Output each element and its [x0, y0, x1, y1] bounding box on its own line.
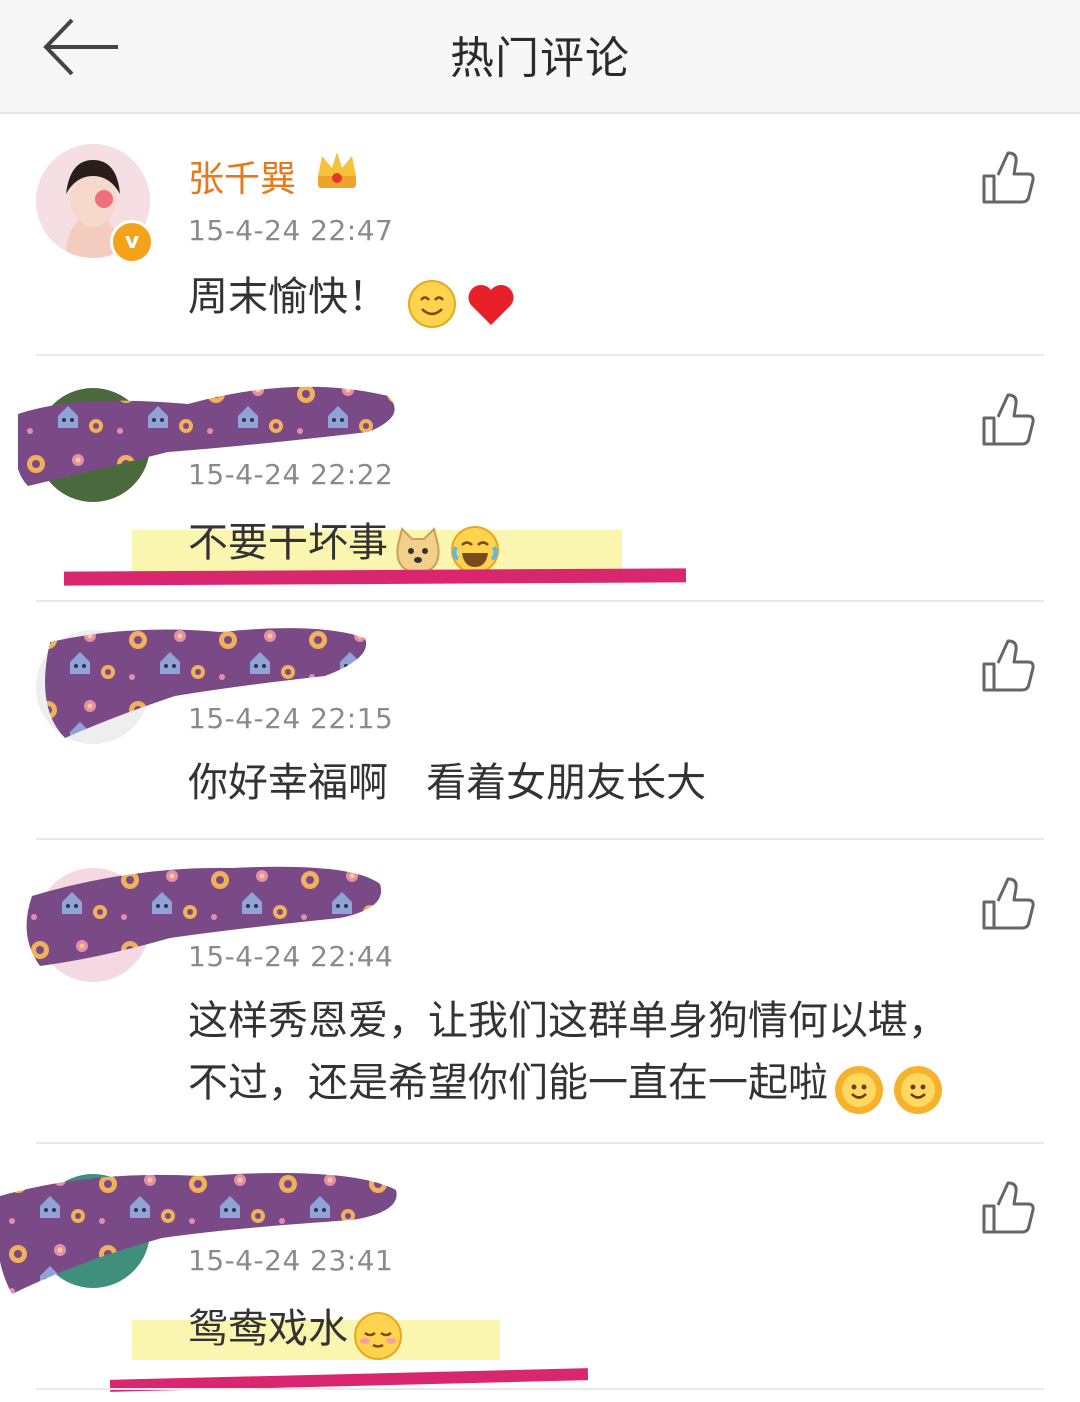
comment-text: 不要干坏事 — [188, 520, 388, 566]
comment-body: 鸳鸯戏水 — [188, 1298, 403, 1365]
comment-text-line2: 不过，还是希望你们能一直在一起啦 — [188, 1060, 828, 1106]
divider — [36, 354, 1044, 356]
like-icon — [982, 393, 1035, 446]
comment-text: 你好幸福啊 看着女朋友长大 — [188, 760, 707, 806]
verified-icon: v — [110, 220, 154, 264]
like-icon — [982, 639, 1035, 692]
comment-item: 15-4-24 23:41 鸳鸯戏水 — [0, 1144, 1080, 1402]
like-icon — [982, 1181, 1035, 1234]
timestamp: 15-4-24 22:15 — [188, 702, 394, 735]
timestamp: 15-4-24 22:44 — [188, 940, 394, 973]
timestamp: 15-4-24 23:41 — [188, 1244, 394, 1277]
like-icon — [982, 877, 1035, 930]
smile-emoji-icon — [407, 279, 457, 333]
divider — [36, 1388, 1044, 1390]
sun-emoji-icon — [892, 1064, 944, 1120]
comment-text: 鸳鸯戏水 — [188, 1306, 348, 1352]
comment-body: 不过，还是希望你们能一直在一起啦 — [188, 1052, 944, 1120]
sun-emoji-icon — [833, 1064, 885, 1120]
timestamp: 15-4-24 22:47 — [188, 214, 394, 247]
like-button[interactable] — [978, 148, 1038, 208]
like-icon — [982, 151, 1035, 204]
comment-item: 15-4-24 22:44 这样秀恩爱，让我们这群单身狗情何以堪， 不过，还是希… — [0, 840, 1080, 1144]
comment-text-line1: 这样秀恩爱，让我们这群单身狗情何以堪， — [188, 998, 948, 1044]
crown-icon — [314, 148, 360, 194]
heart-emoji-icon — [466, 281, 516, 331]
comment-text: 周末愉快！ — [188, 274, 388, 320]
top-nav-bar: 热门评论 — [0, 0, 1080, 114]
underline-mark — [63, 568, 687, 586]
comment-item: 15-4-24 22:15 你好幸福啊 看着女朋友长大 — [0, 602, 1080, 840]
like-button[interactable] — [978, 874, 1038, 934]
comment-body: 不要干坏事 — [188, 512, 500, 579]
timestamp: 15-4-24 22:22 — [188, 458, 394, 491]
comment-item: 15-4-24 22:22 不要干坏事 — [0, 358, 1080, 602]
like-button[interactable] — [978, 390, 1038, 450]
like-button[interactable] — [978, 1178, 1038, 1238]
comment-item: v 张千巽 15-4-24 22:47 周末愉快！ — [0, 116, 1080, 356]
comment-body: 周末愉快！ — [188, 266, 516, 333]
page-title: 热门评论 — [450, 33, 630, 84]
username[interactable]: 张千巽 — [188, 150, 296, 202]
like-button[interactable] — [978, 636, 1038, 696]
shy-emoji-icon — [353, 1311, 403, 1365]
